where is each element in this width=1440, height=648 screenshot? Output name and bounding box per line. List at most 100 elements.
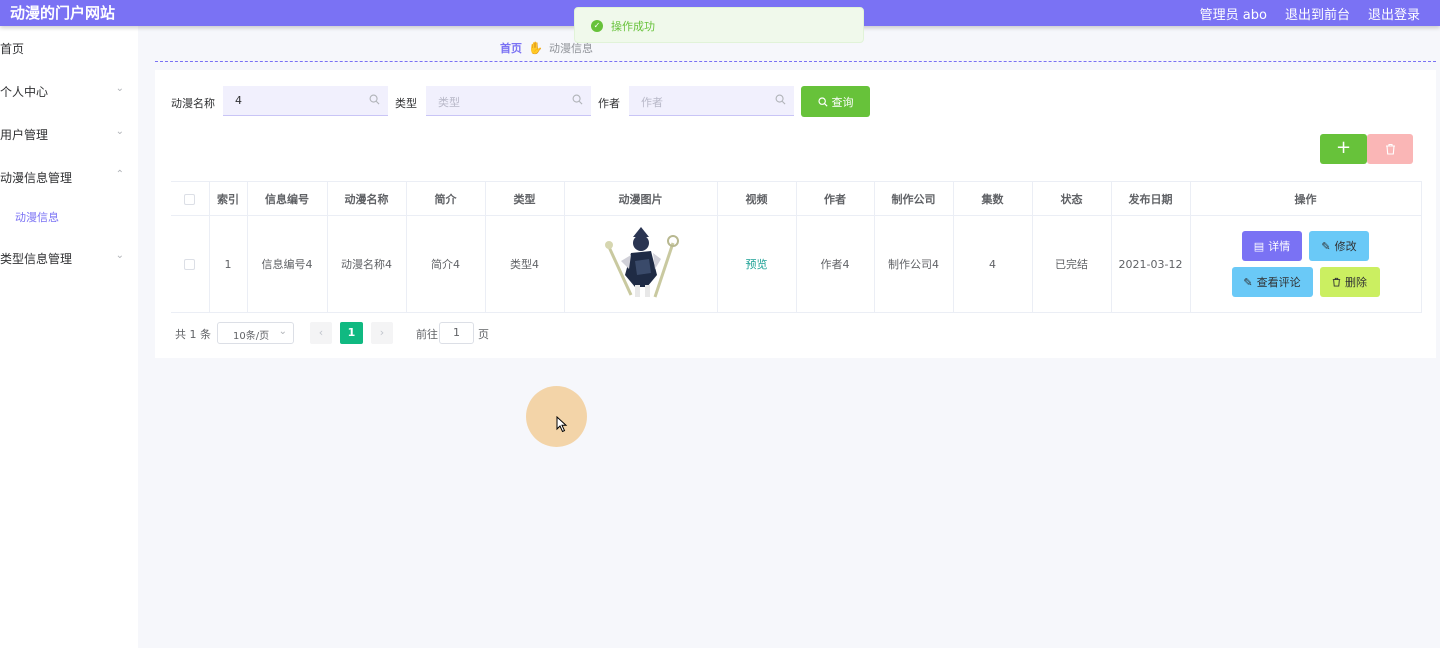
column-header: 制作公司 bbox=[873, 181, 954, 216]
sidebar-item-personal-center[interactable]: 个人中心 ⌄ bbox=[0, 83, 138, 103]
hand-icon: ✋ bbox=[528, 41, 543, 55]
goto-page-input[interactable]: 1 bbox=[439, 322, 474, 344]
edit-button[interactable]: ✎ 修改 bbox=[1309, 231, 1369, 261]
page-size-select[interactable]: 10条/页 ⌄ bbox=[217, 322, 294, 344]
author-label: 作者 bbox=[598, 97, 620, 110]
view-comments-label: 查看评论 bbox=[1256, 276, 1301, 289]
column-header: 索引 bbox=[208, 181, 248, 216]
author-input[interactable]: 作者 bbox=[629, 86, 794, 116]
status-cell: 已完结 bbox=[1031, 215, 1112, 313]
trash-icon bbox=[1332, 277, 1341, 287]
query-label: 查询 bbox=[831, 95, 854, 109]
anime-table: 索引 信息编号 动漫名称 简介 类型 动漫图片 视频 作者 制作公司 集数 状态… bbox=[171, 181, 1422, 313]
search-icon bbox=[369, 94, 380, 105]
preview-link[interactable]: 预览 bbox=[746, 258, 768, 271]
delete-label: 删除 bbox=[1345, 276, 1367, 289]
site-title: 动漫的门户网站 bbox=[10, 4, 116, 22]
select-all-cell bbox=[171, 181, 210, 216]
author-placeholder: 作者 bbox=[641, 96, 663, 109]
table-row: 1 信息编号4 动漫名称4 简介4 类型4 预览 作者4 制作公司4 4 已完结… bbox=[171, 215, 1422, 313]
chevron-down-icon: ⌄ bbox=[115, 83, 124, 94]
trash-icon bbox=[1385, 143, 1395, 155]
sidebar-item-label: 用户管理 bbox=[0, 128, 49, 142]
search-icon bbox=[572, 94, 583, 105]
current-user: 管理员 abo bbox=[1199, 8, 1267, 23]
row-checkbox[interactable] bbox=[184, 259, 196, 270]
success-toast: ✓ 操作成功 bbox=[574, 7, 864, 43]
prev-page-button[interactable]: ‹ bbox=[310, 322, 332, 344]
chevron-down-icon: ⌄ bbox=[115, 250, 124, 261]
sidebar-item-label: 动漫信息 bbox=[15, 211, 59, 224]
chevron-down-icon: ⌄ bbox=[278, 326, 287, 337]
table-header-row: 索引 信息编号 动漫名称 简介 类型 动漫图片 视频 作者 制作公司 集数 状态… bbox=[171, 181, 1422, 216]
column-header: 简介 bbox=[405, 181, 486, 216]
chevron-up-icon: ⌃ bbox=[115, 169, 124, 180]
search-icon bbox=[817, 96, 828, 107]
column-header: 操作 bbox=[1189, 181, 1422, 216]
page-number-current[interactable]: 1 bbox=[340, 322, 363, 344]
query-button[interactable]: 查询 bbox=[801, 86, 870, 117]
logout-link[interactable]: 退出登录 bbox=[1368, 4, 1420, 23]
edit-label: 修改 bbox=[1334, 240, 1357, 253]
type-input[interactable]: 类型 bbox=[426, 86, 591, 116]
sidebar-item-home[interactable]: 首页 bbox=[0, 40, 138, 60]
column-header: 集数 bbox=[952, 181, 1033, 216]
sidebar-item-user-management[interactable]: 用户管理 ⌄ bbox=[0, 126, 138, 146]
view-comments-button[interactable]: ✎ 查看评论 bbox=[1231, 267, 1313, 297]
check-circle-icon: ✓ bbox=[591, 20, 603, 32]
column-header: 状态 bbox=[1031, 181, 1112, 216]
type-cell: 类型4 bbox=[484, 215, 565, 313]
sidebar-item-type-management[interactable]: 类型信息管理 ⌄ bbox=[0, 250, 138, 270]
toast-message: 操作成功 bbox=[611, 20, 655, 33]
pagination-total: 共 1 条 bbox=[175, 328, 211, 341]
chevron-left-icon: ‹ bbox=[318, 326, 324, 339]
column-header: 类型 bbox=[484, 181, 565, 216]
episodes-cell: 4 bbox=[952, 215, 1033, 313]
index-cell: 1 bbox=[208, 215, 248, 313]
page-unit-label: 页 bbox=[478, 328, 489, 341]
sidebar-item-label: 个人中心 bbox=[0, 85, 49, 99]
document-icon: ▤ bbox=[1253, 239, 1265, 253]
column-header: 动漫图片 bbox=[563, 181, 718, 216]
author-cell: 作者4 bbox=[795, 215, 875, 313]
sidebar-item-anime-management[interactable]: 动漫信息管理 ⌃ bbox=[0, 169, 138, 189]
batch-delete-button[interactable] bbox=[1367, 134, 1413, 164]
type-label: 类型 bbox=[395, 97, 417, 110]
back-to-front-link[interactable]: 退出到前台 bbox=[1285, 4, 1350, 23]
sidebar-item-anime-info[interactable]: 动漫信息 bbox=[15, 209, 138, 229]
divider bbox=[155, 61, 1436, 62]
column-header: 动漫名称 bbox=[326, 181, 407, 216]
detail-button[interactable]: ▤ 详情 bbox=[1242, 231, 1302, 261]
detail-label: 详情 bbox=[1268, 240, 1291, 253]
goto-label: 前往 bbox=[416, 328, 438, 341]
header-actions: 管理员 abo 退出到前台 退出登录 bbox=[1200, 4, 1420, 23]
edit-icon: ✎ bbox=[1321, 239, 1331, 253]
video-cell: 预览 bbox=[716, 215, 797, 313]
name-cell: 动漫名称4 bbox=[326, 215, 407, 313]
add-button[interactable]: + bbox=[1320, 134, 1367, 164]
column-header: 视频 bbox=[716, 181, 797, 216]
chevron-right-icon: › bbox=[379, 326, 385, 339]
sidebar-item-label: 首页 bbox=[0, 42, 25, 56]
anime-name-label: 动漫名称 bbox=[171, 97, 215, 110]
anime-name-input[interactable]: 4 bbox=[223, 86, 388, 116]
next-page-button[interactable]: › bbox=[371, 322, 393, 344]
delete-button[interactable]: 删除 bbox=[1319, 267, 1380, 297]
type-placeholder: 类型 bbox=[438, 96, 460, 109]
page-size-value: 10条/页 bbox=[233, 331, 270, 342]
chevron-down-icon: ⌄ bbox=[115, 126, 124, 137]
intro-cell: 简介4 bbox=[405, 215, 486, 313]
search-icon bbox=[775, 94, 786, 105]
company-cell: 制作公司4 bbox=[873, 215, 954, 313]
breadcrumb-home[interactable]: 首页 bbox=[500, 40, 522, 56]
column-header: 信息编号 bbox=[246, 181, 328, 216]
select-all-checkbox[interactable] bbox=[184, 193, 196, 205]
mouse-cursor-icon bbox=[556, 416, 568, 433]
ops-group: ▤ 详情 ✎ 修改 ✎ 查看评论 删除 bbox=[1191, 231, 1420, 297]
anime-thumbnail bbox=[604, 226, 679, 297]
date-cell: 2021-03-12 bbox=[1110, 215, 1191, 313]
ops-row: ✎ 查看评论 删除 bbox=[1231, 267, 1380, 297]
sidebar bbox=[0, 26, 138, 648]
select-cell bbox=[171, 215, 210, 313]
ops-row: ▤ 详情 ✎ 修改 bbox=[1242, 231, 1369, 261]
